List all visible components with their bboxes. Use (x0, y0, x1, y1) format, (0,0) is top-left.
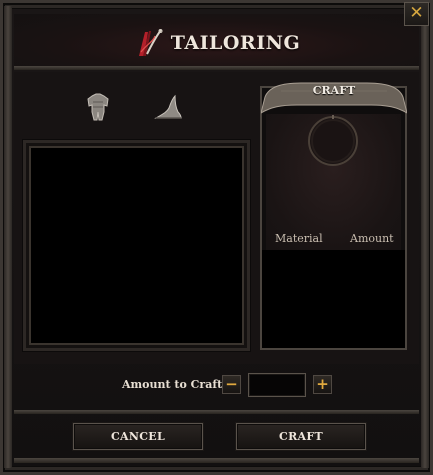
result-slot-ring (308, 115, 358, 166)
window-border-right (421, 6, 429, 468)
minus-icon: − (225, 375, 238, 393)
footer-divider (14, 410, 419, 414)
amount-to-craft-label: Amount to Craft (122, 378, 223, 391)
bottom-border (14, 458, 419, 463)
cancel-button[interactable]: CANCEL (73, 423, 203, 450)
window-title: TAILORING (170, 32, 301, 54)
craft-button[interactable]: CRAFT (236, 423, 366, 450)
decrease-amount-button[interactable]: − (222, 375, 241, 394)
amount-column-header: Amount (350, 232, 394, 245)
plus-icon: + (316, 375, 329, 393)
material-list (262, 250, 405, 348)
window-border-left (4, 6, 12, 468)
armor-icon[interactable] (83, 92, 113, 124)
increase-amount-button[interactable]: + (313, 375, 332, 394)
amount-input[interactable] (248, 373, 306, 397)
header-divider (14, 66, 419, 70)
craft-banner-label: CRAFT (312, 84, 356, 97)
material-column-header: Material (275, 232, 323, 245)
hat-icon[interactable] (153, 92, 183, 124)
close-icon: ✕ (409, 3, 424, 23)
item-preview-panel (23, 140, 250, 351)
close-button[interactable]: ✕ (404, 2, 429, 26)
needle-thread-icon (138, 29, 163, 56)
title-group: TAILORING (14, 26, 419, 60)
window-header: TAILORING (14, 14, 419, 66)
